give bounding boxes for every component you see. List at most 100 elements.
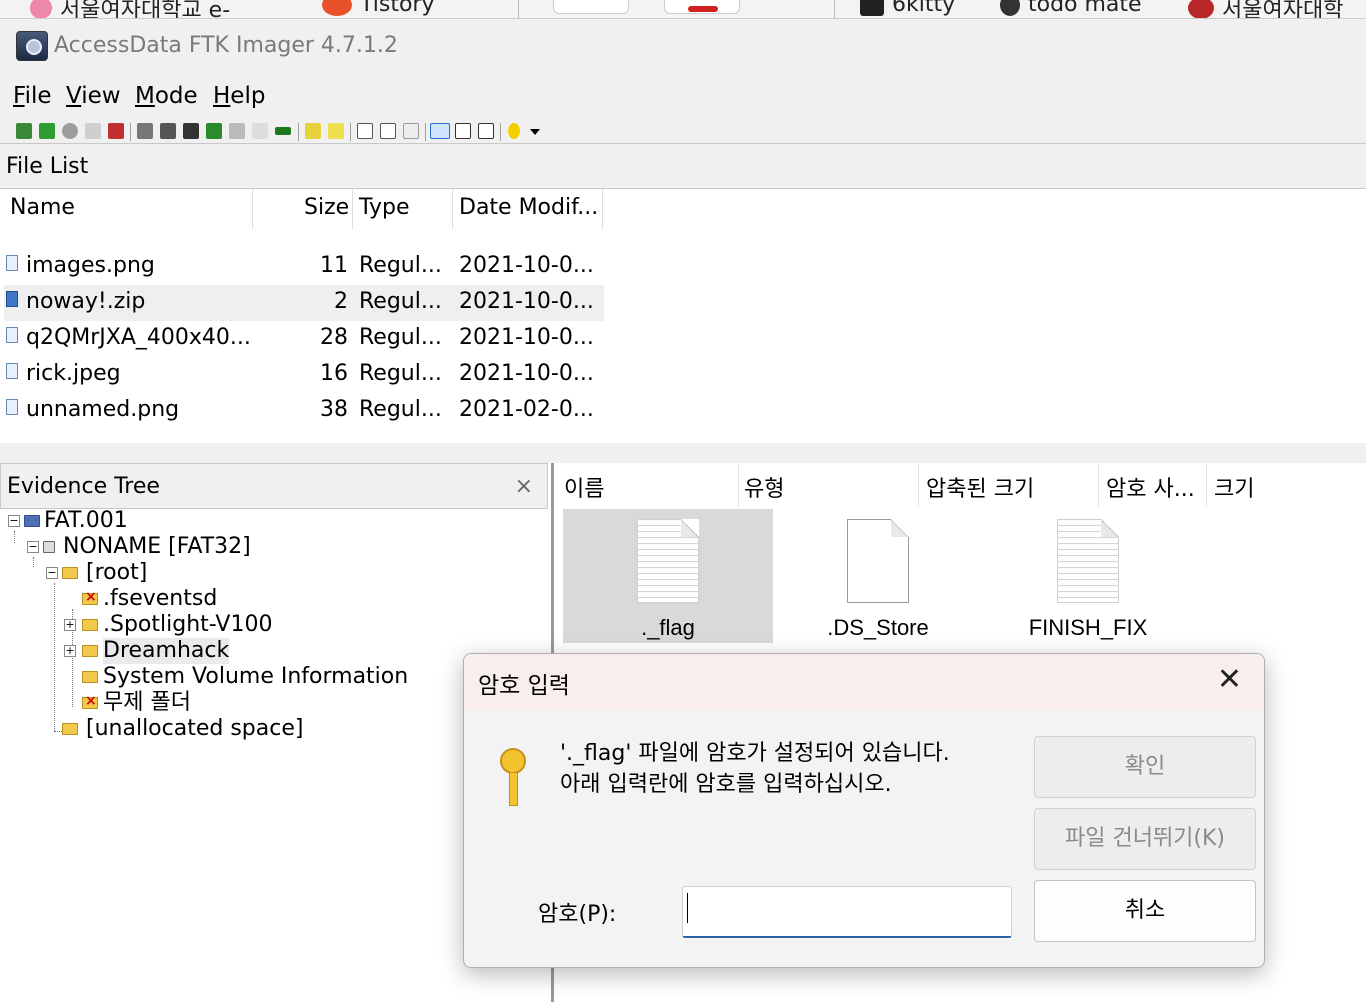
table-row[interactable]: unnamed.png 38 Regul... 2021-02-0... [4,393,604,429]
create-image-icon[interactable] [137,123,153,139]
table-row[interactable]: images.png 11 Regul... 2021-10-0... [4,249,604,285]
column-password-protected[interactable]: 암호 사... [1106,471,1195,503]
archive-item[interactable]: .DS_Store [773,509,983,643]
table-row[interactable]: rick.jpeg 16 Regul... 2021-10-0... [4,357,604,393]
hex-view-icon[interactable] [478,123,494,139]
background-button[interactable] [553,0,629,14]
collapse-icon[interactable]: − [46,567,58,579]
column-divider[interactable] [252,189,253,229]
tree-node-system-volume-information[interactable]: System Volume Information [103,664,408,690]
divider [834,0,835,18]
column-divider[interactable] [738,463,739,507]
column-size[interactable]: 크기 [1214,471,1254,503]
tree-line [14,531,15,543]
tree-node-noname[interactable]: NONAME [FAT32] [63,534,251,560]
tree-node-dreamhack[interactable]: Dreamhack [103,638,230,664]
tree-node-root[interactable]: [root] [86,560,147,586]
file-type: Regul... [359,325,442,350]
image-mounting-icon[interactable] [62,123,78,139]
app-icon [16,31,48,61]
tree-node-spotlight[interactable]: .Spotlight-V100 [103,612,272,638]
folder-icon [62,567,78,579]
file-type: Regul... [359,397,442,422]
export-hash-list-icon[interactable] [328,123,344,139]
collapse-icon[interactable]: − [27,541,39,553]
remove-evidence-icon[interactable] [85,123,101,139]
column-type[interactable]: 유형 [744,471,784,503]
column-type[interactable]: Type [359,195,410,220]
column-divider[interactable] [452,189,453,229]
table-row[interactable]: noway!.zip 2 Regul... 2021-10-0... [4,285,604,321]
column-name[interactable]: 이름 [564,471,604,503]
column-size[interactable]: Size [304,195,349,220]
capture-memory-icon[interactable] [206,123,222,139]
column-divider[interactable] [352,189,353,229]
document-icon [847,519,909,603]
close-icon[interactable]: ✕ [1217,662,1242,697]
expand-icon[interactable]: + [64,645,76,657]
menu-file[interactable]: File [13,83,52,109]
ok-button[interactable]: 확인 [1034,736,1256,798]
deleted-folder-icon [82,589,98,605]
skip-file-button[interactable]: 파일 건너뛰기(K) [1034,808,1256,870]
toolbar-divider [298,123,299,141]
file-name: rick.jpeg [26,361,121,386]
background-tab[interactable]: 서울여자대학교 e- [30,0,230,18]
toolbar [0,121,1366,143]
background-tab[interactable]: 서울여자대학 [1188,0,1343,18]
export-files-icon[interactable] [305,123,321,139]
add-evidence-icon[interactable] [16,123,32,139]
column-divider[interactable] [1206,463,1207,507]
password-label: 암호(P): [538,902,617,927]
text-caret [687,893,688,923]
tree-node-fat001[interactable]: FAT.001 [44,508,128,534]
tree-node-fseventsd[interactable]: .fseventsd [103,586,217,612]
properties-icon[interactable] [380,123,396,139]
remove-all-evidence-icon[interactable] [108,123,124,139]
detect-encryption-icon[interactable] [252,123,268,139]
password-input[interactable] [682,886,1012,938]
help-icon[interactable] [508,123,520,139]
auto-view-icon[interactable] [430,123,450,139]
column-divider[interactable] [1098,463,1099,507]
tree-node-untitled-folder[interactable]: 무제 폴더 [103,690,191,716]
archive-item[interactable]: ._flag [563,509,773,643]
tree-node-unallocated-space[interactable]: [unallocated space] [86,716,303,742]
archive-item[interactable]: FINISH_FIX [983,509,1193,643]
column-divider[interactable] [602,189,603,229]
title-bar[interactable]: AccessData FTK Imager 4.7.1.2 [0,19,1366,71]
window-title: AccessData FTK Imager 4.7.1.2 [54,33,398,58]
background-tab[interactable]: todo mate [1000,0,1142,17]
text-view-icon[interactable] [455,123,471,139]
panel-splitter[interactable] [0,443,1366,465]
column-divider[interactable] [918,463,919,507]
partition-icon [43,541,55,553]
column-date-modified[interactable]: Date Modif... [459,195,598,220]
background-tab[interactable]: Tistory [322,0,435,17]
tree-line [54,583,55,731]
column-name[interactable]: Name [10,195,75,220]
background-tab[interactable]: 6kitty [860,0,955,17]
add-all-evidence-icon[interactable] [39,123,55,139]
cancel-button[interactable]: 취소 [1034,880,1256,942]
file-name: q2QMrJXA_400x40... [26,325,251,350]
column-compressed-size[interactable]: 압축된 크기 [926,471,1034,503]
collapse-icon[interactable]: − [8,515,20,527]
site-icon [30,0,52,18]
expand-icon[interactable]: + [64,619,76,631]
close-icon[interactable]: × [515,474,533,499]
menu-mode[interactable]: Mode [135,83,198,109]
export-logical-image-icon[interactable] [183,123,199,139]
menu-mode-rest: ode [154,83,198,109]
export-disk-image-icon[interactable] [160,123,176,139]
dropdown-icon[interactable] [530,129,540,135]
menu-view[interactable]: View [66,83,121,109]
obtain-protected-files-icon[interactable] [229,123,245,139]
file-icon[interactable] [357,123,373,139]
ram-icon[interactable] [275,127,291,135]
dialog-title-bar[interactable]: 암호 입력 ✕ [464,654,1264,710]
table-row[interactable]: q2QMrJXA_400x40... 28 Regul... 2021-10-0… [4,321,604,357]
menu-help[interactable]: Help [213,83,265,109]
hex-value-icon[interactable] [403,123,419,139]
background-tab-strip: 서울여자대학교 e- Tistory 6kitty todo mate 서울여자… [0,0,1366,18]
